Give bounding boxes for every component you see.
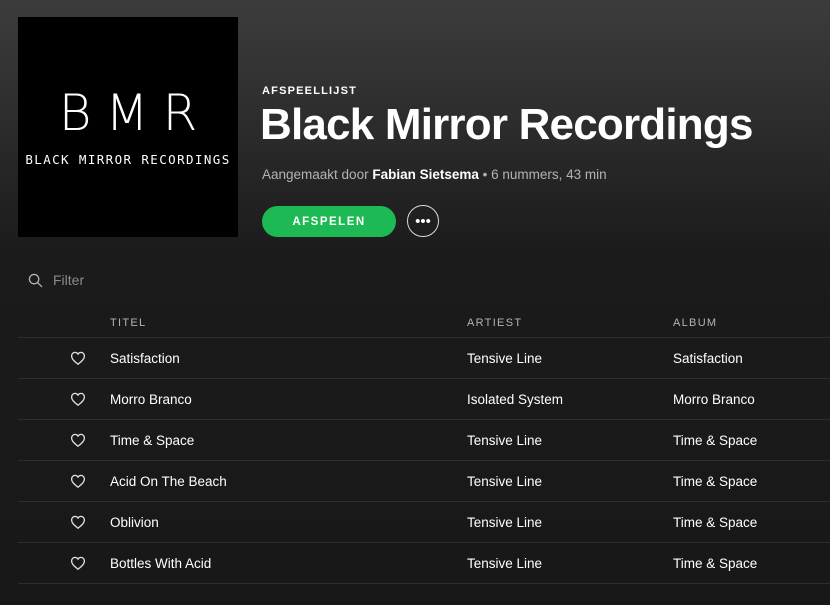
cover-subtitle: BLACK MIRROR RECORDINGS [25,151,231,167]
column-header-album[interactable]: ALBUM [673,317,717,329]
created-by-prefix: Aangemaakt door [262,167,369,182]
track-album[interactable]: Morro Branco [673,392,755,407]
track-table: TITEL ARTIEST ALBUM Satisfaction Tensive … [18,307,830,584]
cover-logo: BMR [58,83,212,142]
table-row[interactable]: Morro Branco Isolated System Morro Branco [18,379,830,420]
heart-icon[interactable] [70,391,86,407]
playlist-cover: BMR BLACK MIRROR RECORDINGS [18,17,238,237]
heart-icon[interactable] [70,432,86,448]
playlist-meta: Aangemaakt door Fabian Sietsema • 6 numm… [262,167,607,182]
filter-input[interactable] [53,272,253,288]
playlist-summary: 6 nummers, 43 min [491,167,607,182]
track-title: Satisfaction [110,351,180,366]
heart-icon[interactable] [70,350,86,366]
heart-icon[interactable] [70,555,86,571]
track-artist[interactable]: Tensive Line [467,515,542,530]
column-header-title[interactable]: TITEL [110,317,146,329]
play-button[interactable]: AFSPELEN [262,206,396,237]
table-row[interactable]: Oblivion Tensive Line Time & Space [18,502,830,543]
track-title: Oblivion [110,515,159,530]
track-album[interactable]: Time & Space [673,433,757,448]
meta-separator: • [482,167,492,182]
table-row[interactable]: Acid On The Beach Tensive Line Time & Spac… [18,461,830,502]
heart-icon[interactable] [70,514,86,530]
track-title: Bottles With Acid [110,556,212,571]
track-title: Acid On The Beach [110,474,227,489]
playlist-title: Black Mirror Recordings [260,100,753,149]
table-row[interactable]: Bottles With Acid Tensive Line Time & Spac… [18,543,830,584]
owner-link[interactable]: Fabian Sietsema [372,167,479,182]
track-artist[interactable]: Isolated System [467,392,563,407]
track-artist[interactable]: Tensive Line [467,556,542,571]
track-artist[interactable]: Tensive Line [467,351,542,366]
column-header-artist[interactable]: ARTIEST [467,317,522,329]
track-album[interactable]: Time & Space [673,556,757,571]
track-title: Morro Branco [110,392,192,407]
track-album[interactable]: Satisfaction [673,351,743,366]
table-header: TITEL ARTIEST ALBUM [18,307,830,338]
table-row[interactable]: Satisfaction Tensive Line Satisfaction [18,338,830,379]
track-album[interactable]: Time & Space [673,515,757,530]
filter-bar [28,272,253,288]
track-artist[interactable]: Tensive Line [467,474,542,489]
heart-icon[interactable] [70,473,86,489]
more-options-button[interactable]: ••• [407,205,439,237]
playlist-type-label: AFSPEELLIJST [262,85,358,97]
track-artist[interactable]: Tensive Line [467,433,542,448]
search-icon [28,273,43,288]
track-title: Time & Space [110,433,195,448]
more-icon: ••• [415,212,431,230]
table-row[interactable]: Time & Space Tensive Line Time & Space [18,420,830,461]
track-album[interactable]: Time & Space [673,474,757,489]
